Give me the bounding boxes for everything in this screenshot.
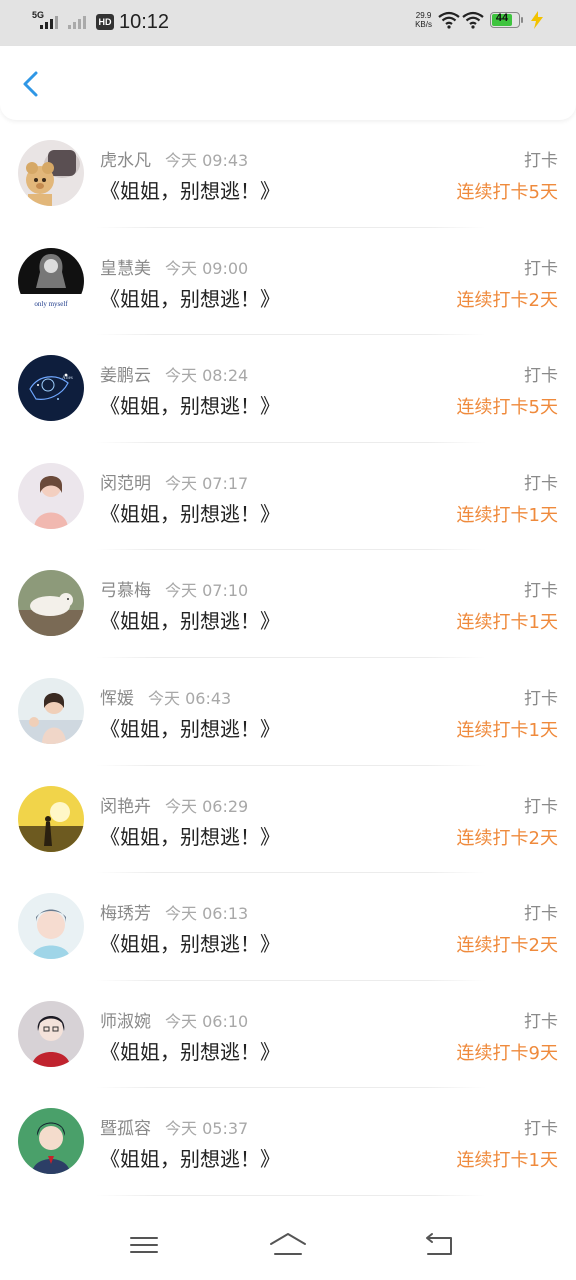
checkin-label: 打卡 xyxy=(524,796,558,817)
user-name[interactable]: 暨孤容 xyxy=(100,1119,151,1139)
avatar[interactable] xyxy=(18,677,84,744)
checkin-list: 虎水凡 今天 09:43 《姐姐，别想逃！》 打卡 连续打卡5天 only mys… xyxy=(0,120,576,1196)
post-time: 今天 07:17 xyxy=(165,473,249,493)
user-name[interactable]: 姜鹏云 xyxy=(100,366,151,386)
checkin-label: 打卡 xyxy=(524,1011,558,1032)
user-name[interactable]: 虎水凡 xyxy=(100,151,151,171)
speed-value: 29.9 xyxy=(415,11,432,20)
avatar-caption: only myself xyxy=(34,300,68,308)
user-name[interactable]: 弓慕梅 xyxy=(100,581,151,601)
user-name[interactable]: 师淑婉 xyxy=(100,1012,151,1032)
list-item[interactable]: 弓慕梅 今天 07:10 《姐姐，别想逃！》 打卡 连续打卡1天 xyxy=(0,550,576,658)
home-icon[interactable] xyxy=(268,1230,308,1260)
streak-label: 连续打卡1天 xyxy=(456,612,558,634)
checkin-label: 打卡 xyxy=(524,258,558,279)
avatar[interactable] xyxy=(18,570,84,637)
svg-text:Aries: Aries xyxy=(62,376,73,381)
checkin-label: 打卡 xyxy=(524,904,558,925)
user-name[interactable]: 皇慧美 xyxy=(100,259,151,279)
post-time: 今天 09:00 xyxy=(165,258,249,278)
status-bar: 5G HD 10:12 29.9 KB/s 44 xyxy=(0,0,576,46)
book-title[interactable]: 《姐姐，别想逃！》 xyxy=(100,1143,280,1172)
menu-icon[interactable] xyxy=(124,1230,164,1260)
streak-label: 连续打卡2天 xyxy=(456,935,558,957)
post-time: 今天 07:10 xyxy=(165,581,249,601)
book-title[interactable]: 《姐姐，别想逃！》 xyxy=(100,175,280,204)
book-title[interactable]: 《姐姐，别想逃！》 xyxy=(100,1036,280,1065)
avatar[interactable] xyxy=(18,1000,84,1067)
list-item[interactable]: Aries 姜鹏云 今天 08:24 《姐姐，别想逃！》 打卡 连续打卡5天 xyxy=(0,335,576,443)
list-item[interactable]: 闵艳卉 今天 06:29 《姐姐，别想逃！》 打卡 连续打卡2天 xyxy=(0,766,576,874)
user-name[interactable]: 梅琇芳 xyxy=(100,904,151,924)
checkin-label: 打卡 xyxy=(524,688,558,709)
streak-label: 连续打卡1天 xyxy=(456,1150,558,1172)
checkin-label: 打卡 xyxy=(524,473,558,494)
list-item[interactable]: 闵范明 今天 07:17 《姐姐，别想逃！》 打卡 连续打卡1天 xyxy=(0,443,576,551)
speed-unit: KB/s xyxy=(415,20,432,29)
system-nav-bar xyxy=(0,1206,576,1280)
checkin-label: 打卡 xyxy=(524,151,558,171)
avatar[interactable] xyxy=(18,893,84,960)
avatar[interactable] xyxy=(18,1108,84,1175)
streak-label: 连续打卡1天 xyxy=(456,504,558,526)
hd-icon: HD xyxy=(96,14,114,30)
post-time: 今天 05:37 xyxy=(165,1119,249,1139)
header xyxy=(0,46,576,120)
wifi-icon xyxy=(462,11,484,29)
wifi-icon xyxy=(438,11,460,29)
status-right: 29.9 KB/s 44 xyxy=(415,10,546,30)
battery-level: 44 xyxy=(495,12,509,24)
network-speed: 29.9 KB/s xyxy=(415,11,432,29)
charging-icon xyxy=(531,11,543,29)
streak-label: 连续打卡5天 xyxy=(456,182,558,203)
book-title[interactable]: 《姐姐，别想逃！》 xyxy=(100,928,280,957)
user-name[interactable]: 闵艳卉 xyxy=(100,797,151,817)
post-time: 今天 06:10 xyxy=(165,1011,249,1031)
post-time: 今天 09:43 xyxy=(165,151,249,170)
list-item[interactable]: 暨孤容 今天 05:37 《姐姐，别想逃！》 打卡 连续打卡1天 xyxy=(0,1088,576,1196)
avatar[interactable] xyxy=(18,462,84,529)
user-name[interactable]: 恽媛 xyxy=(100,689,134,709)
back-icon[interactable] xyxy=(418,1230,458,1260)
battery-icon: 44 xyxy=(490,12,523,28)
streak-label: 连续打卡1天 xyxy=(456,719,558,741)
book-title[interactable]: 《姐姐，别想逃！》 xyxy=(100,713,280,742)
chevron-left-icon[interactable] xyxy=(14,66,50,102)
status-time: 10:12 xyxy=(119,10,170,33)
post-time: 今天 06:43 xyxy=(148,688,232,708)
post-time: 今天 08:24 xyxy=(165,366,249,386)
checkin-label: 打卡 xyxy=(524,581,558,602)
list-item[interactable]: 梅琇芳 今天 06:13 《姐姐，别想逃！》 打卡 连续打卡2天 xyxy=(0,873,576,981)
list-item[interactable]: only myself 皇慧美 今天 09:00 《姐姐，别想逃！》 打卡 连续打… xyxy=(0,228,576,336)
avatar[interactable]: Aries xyxy=(18,355,84,422)
post-time: 今天 06:13 xyxy=(165,904,249,924)
book-title[interactable]: 《姐姐，别想逃！》 xyxy=(100,605,280,634)
user-name[interactable]: 闵范明 xyxy=(100,474,151,494)
streak-label: 连续打卡9天 xyxy=(456,1042,558,1064)
book-title[interactable]: 《姐姐，别想逃！》 xyxy=(100,283,280,312)
status-left: 5G HD 10:12 xyxy=(32,9,169,35)
book-title[interactable]: 《姐姐，别想逃！》 xyxy=(100,821,280,850)
list-item[interactable]: 恽媛 今天 06:43 《姐姐，别想逃！》 打卡 连续打卡1天 xyxy=(0,658,576,766)
avatar[interactable] xyxy=(18,785,84,852)
divider xyxy=(96,1194,486,1196)
checkin-label: 打卡 xyxy=(524,366,558,387)
post-time: 今天 06:29 xyxy=(165,796,249,816)
book-title[interactable]: 《姐姐，别想逃！》 xyxy=(100,390,280,419)
streak-label: 连续打卡2天 xyxy=(456,289,558,311)
book-title[interactable]: 《姐姐，别想逃！》 xyxy=(100,498,280,527)
avatar[interactable] xyxy=(18,140,84,206)
signal-secondary-icon xyxy=(68,9,90,35)
list-item[interactable]: 师淑婉 今天 06:10 《姐姐，别想逃！》 打卡 连续打卡9天 xyxy=(0,981,576,1089)
streak-label: 连续打卡5天 xyxy=(456,397,558,419)
signal-icon: 5G xyxy=(32,9,58,35)
list-item[interactable]: 虎水凡 今天 09:43 《姐姐，别想逃！》 打卡 连续打卡5天 xyxy=(0,120,576,228)
streak-label: 连续打卡2天 xyxy=(456,827,558,849)
checkin-label: 打卡 xyxy=(524,1119,558,1140)
avatar[interactable]: only myself xyxy=(18,247,84,314)
